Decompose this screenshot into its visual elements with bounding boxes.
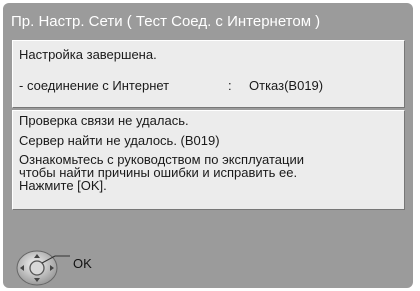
- ok-label: OK: [73, 256, 92, 271]
- server-not-found-text: Сервер найти не удалось. (B019): [19, 133, 220, 148]
- screen: Пр. Настр. Сети ( Тест Соед. с Интернето…: [0, 0, 420, 291]
- network-test-dialog: Пр. Настр. Сети ( Тест Соед. с Интернето…: [3, 3, 413, 288]
- check-failed-text: Проверка связи не удалась.: [19, 113, 189, 128]
- instructions-text: Ознакомьтесь с руководством по эксплуата…: [19, 153, 389, 192]
- connection-separator: :: [228, 78, 232, 93]
- instruction-line: Нажмите [OK].: [19, 178, 107, 193]
- error-details-box: Проверка связи не удалась. Сервер найти …: [12, 110, 405, 210]
- result-summary-box: Настройка завершена. - соединение с Инте…: [12, 40, 405, 108]
- ok-hint[interactable]: [15, 248, 115, 288]
- connection-label: - соединение с Интернет: [19, 78, 170, 93]
- dialog-title: Пр. Настр. Сети ( Тест Соед. с Интернето…: [11, 13, 321, 30]
- remote-dpad-icon: [16, 250, 70, 286]
- status-text: Настройка завершена.: [19, 47, 157, 62]
- connection-value: Отказ(B019): [249, 78, 324, 93]
